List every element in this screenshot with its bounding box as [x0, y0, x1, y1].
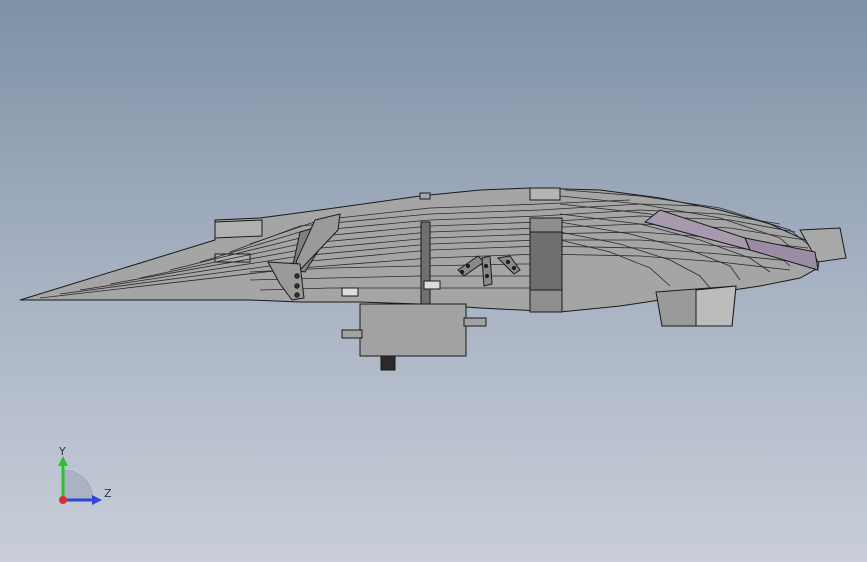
aircraft-model[interactable] [19, 187, 847, 371]
z-axis-arrow-icon [92, 495, 102, 505]
servo-body [359, 303, 467, 357]
servo-shaft [380, 355, 396, 371]
top-tab [419, 192, 431, 200]
x-axis-dot-icon [59, 496, 67, 504]
axis-triad: Y Z [58, 445, 112, 505]
triad-quarter-disc [62, 469, 94, 501]
top-cap [529, 187, 561, 201]
pushrod-front [341, 287, 359, 297]
z-axis-label: Z [104, 487, 112, 500]
mid-spar [420, 221, 431, 309]
y-axis-label: Y [58, 445, 66, 458]
servo-tab-right [463, 317, 487, 327]
servo-tab-left [341, 329, 363, 339]
nose-plate [214, 219, 263, 239]
center-bulkhead-dark [529, 231, 563, 291]
cad-viewport[interactable]: Y Z [0, 0, 867, 562]
rear-pod-shade [695, 285, 737, 327]
pushrod-mid [423, 280, 441, 290]
